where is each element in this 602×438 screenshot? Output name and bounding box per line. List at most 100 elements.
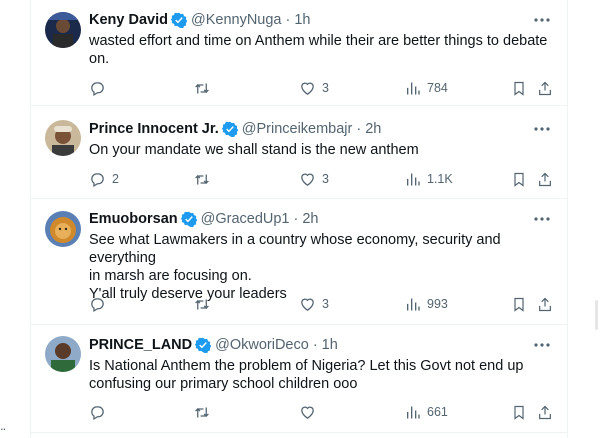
retweet-icon: [193, 171, 211, 188]
separator-dot: ·: [356, 121, 362, 137]
action-bar: 3 784: [31, 77, 568, 99]
reply-icon: [89, 404, 106, 421]
reply-button[interactable]: [89, 401, 112, 423]
bookmark-button[interactable]: [511, 401, 527, 423]
verified-badge-icon: [221, 121, 238, 137]
bookmark-button[interactable]: [511, 168, 527, 190]
like-count: 3: [322, 81, 329, 95]
timestamp[interactable]: 2h: [302, 211, 318, 227]
more-options-icon[interactable]: [532, 209, 552, 229]
like-button[interactable]: 3: [299, 293, 329, 315]
heart-icon: [299, 296, 316, 313]
views-button[interactable]: 993: [405, 293, 448, 315]
like-count: 3: [322, 297, 329, 311]
separator-dot: ·: [293, 211, 299, 227]
timestamp[interactable]: 1h: [322, 337, 338, 353]
reply-tweet[interactable]: Keny David @KennyNuga · 1h wasted effort…: [31, 0, 568, 106]
avatar[interactable]: [45, 120, 81, 156]
view-count: 784: [427, 81, 448, 95]
action-bar: 661: [31, 401, 568, 423]
author-name[interactable]: Keny David: [89, 12, 168, 28]
timestamp[interactable]: 1h: [294, 12, 310, 28]
views-chart-icon: [405, 404, 421, 421]
avatar[interactable]: [45, 12, 81, 48]
tweet-text: wasted effort and time on Anthem while t…: [89, 33, 548, 67]
like-count: 3: [322, 172, 329, 186]
bookmark-icon: [511, 171, 527, 188]
tweet-header: Emuoborsan @GracedUp1 · 2h: [89, 209, 318, 229]
view-count: 1.1K: [427, 172, 453, 186]
author-name[interactable]: Prince Innocent Jr.: [89, 121, 219, 137]
reply-button[interactable]: [89, 77, 112, 99]
reply-feed: Keny David @KennyNuga · 1h wasted effort…: [30, 0, 568, 438]
like-button[interactable]: 3: [299, 77, 329, 99]
reply-button[interactable]: 2: [89, 168, 119, 190]
author-name[interactable]: PRINCE_LAND: [89, 337, 192, 353]
heart-icon: [299, 404, 316, 421]
heart-icon: [299, 80, 316, 97]
views-button[interactable]: 784: [405, 77, 448, 99]
action-bar: 3 993: [31, 293, 568, 315]
view-count: 661: [427, 405, 448, 419]
views-button[interactable]: 661: [405, 401, 448, 423]
share-button[interactable]: [537, 168, 553, 190]
retweet-icon: [193, 80, 211, 97]
separator-dot: ·: [285, 12, 291, 28]
verified-badge-icon: [170, 12, 187, 28]
retweet-button[interactable]: [193, 168, 217, 190]
view-count: 993: [427, 297, 448, 311]
bookmark-button[interactable]: [511, 77, 527, 99]
views-chart-icon: [405, 171, 421, 188]
views-chart-icon: [405, 296, 421, 313]
retweet-button[interactable]: [193, 401, 217, 423]
share-icon: [537, 80, 553, 97]
reply-count: 2: [112, 172, 119, 186]
timestamp[interactable]: 2h: [365, 121, 381, 137]
share-button[interactable]: [537, 401, 553, 423]
retweet-icon: [193, 296, 211, 313]
more-options-icon[interactable]: [532, 335, 552, 355]
author-handle[interactable]: @GracedUp1: [201, 211, 290, 227]
share-button[interactable]: [537, 293, 553, 315]
share-button[interactable]: [537, 77, 553, 99]
reply-icon: [89, 296, 106, 313]
more-options-icon[interactable]: [532, 10, 552, 30]
avatar[interactable]: [45, 336, 81, 372]
share-icon: [537, 171, 553, 188]
reply-tweet[interactable]: Emuoborsan @GracedUp1 · 2h See what Lawm…: [31, 199, 568, 325]
reply-icon: [89, 80, 106, 97]
retweet-button[interactable]: [193, 77, 217, 99]
heart-icon: [299, 171, 316, 188]
author-handle[interactable]: @Princeikembajr: [242, 121, 353, 137]
like-button[interactable]: [299, 401, 322, 423]
tweet-header: Prince Innocent Jr. @Princeikembajr · 2h: [89, 119, 381, 139]
tweet-header: PRINCE_LAND @OkworiDeco · 1h: [89, 335, 338, 355]
verified-badge-icon: [180, 211, 197, 227]
author-handle[interactable]: @OkworiDeco: [215, 337, 309, 353]
reply-icon: [89, 171, 106, 188]
retweet-button[interactable]: [193, 293, 217, 315]
tweet-text: Is National Anthem the problem of Nigeri…: [89, 358, 524, 392]
share-icon: [537, 404, 553, 421]
scrollbar-fragment[interactable]: [595, 300, 598, 330]
ellipsis-fragment: ..: [0, 418, 6, 433]
reply-button[interactable]: [89, 293, 112, 315]
more-options-icon[interactable]: [532, 119, 552, 139]
separator-dot: ·: [312, 337, 318, 353]
views-chart-icon: [405, 80, 421, 97]
action-bar: 2 3 1.1K: [31, 168, 568, 190]
reply-tweet[interactable]: Prince Innocent Jr. @Princeikembajr · 2h…: [31, 106, 568, 199]
tweet-text: On your mandate we shall stand is the ne…: [89, 142, 419, 158]
author-handle[interactable]: @KennyNuga: [191, 12, 282, 28]
tweet-header: Keny David @KennyNuga · 1h: [89, 10, 310, 30]
bookmark-icon: [511, 296, 527, 313]
author-name[interactable]: Emuoborsan: [89, 211, 178, 227]
verified-badge-icon: [195, 337, 212, 353]
views-button[interactable]: 1.1K: [405, 168, 453, 190]
like-button[interactable]: 3: [299, 168, 329, 190]
avatar[interactable]: [45, 211, 81, 247]
bookmark-button[interactable]: [511, 293, 527, 315]
reply-tweet[interactable]: PRINCE_LAND @OkworiDeco · 1h Is National…: [31, 325, 568, 433]
share-icon: [537, 296, 553, 313]
bookmark-icon: [511, 404, 527, 421]
